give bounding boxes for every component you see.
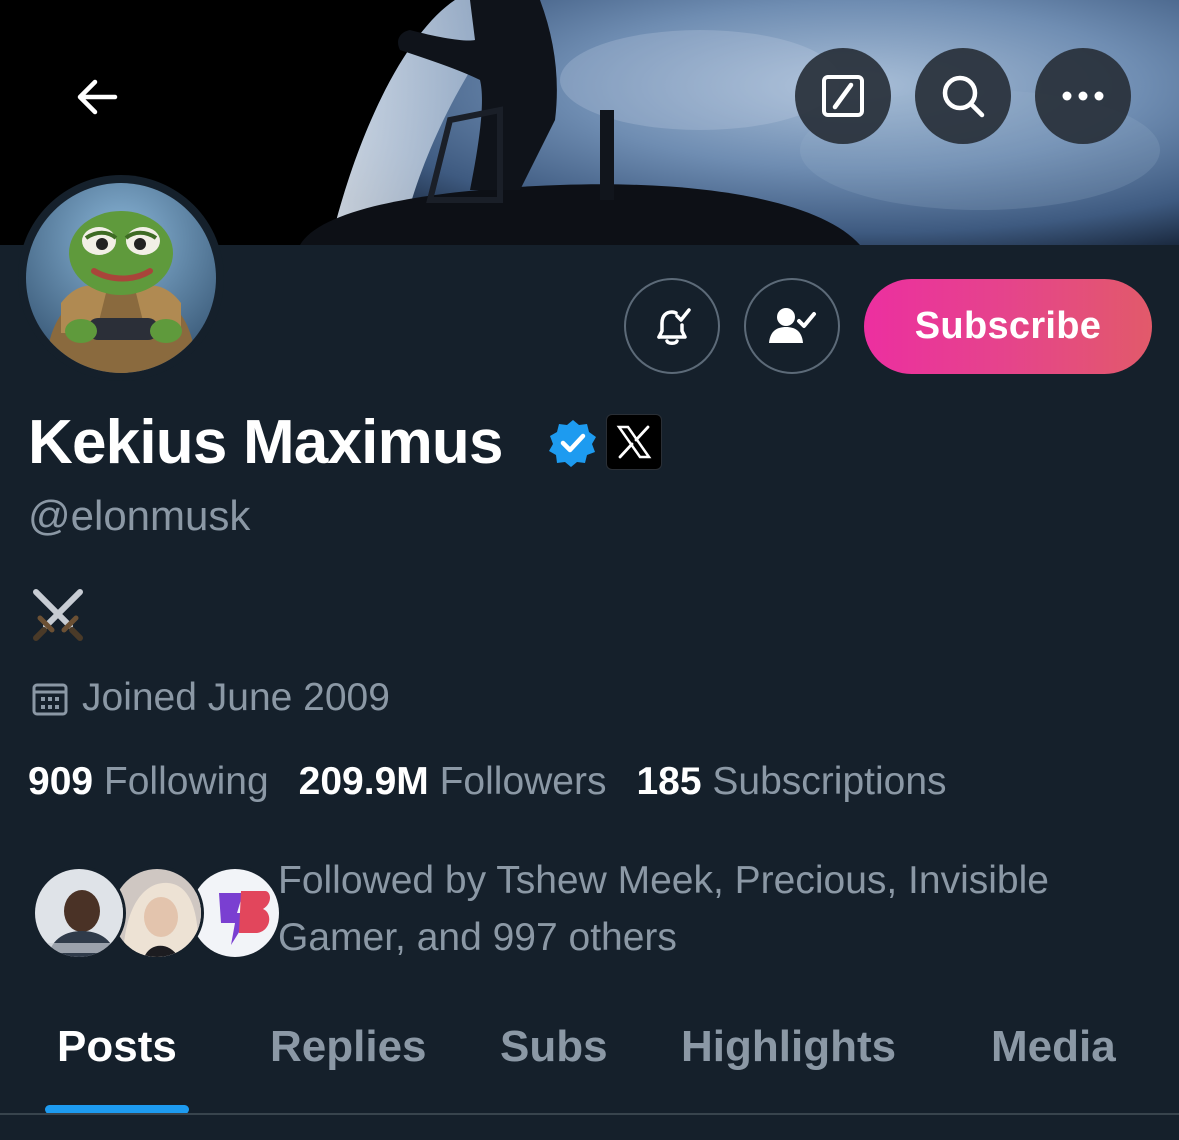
more-button[interactable] <box>1035 48 1131 144</box>
following-label: Following <box>103 760 269 803</box>
display-name: Kekius Maximus <box>28 408 503 477</box>
search-icon <box>942 75 985 118</box>
joined-text: Joined June 2009 <box>82 676 390 719</box>
subscriptions-stat[interactable]: 185 Subscriptions <box>636 760 946 804</box>
bell-check-icon <box>657 308 691 345</box>
avatar-image <box>26 183 216 373</box>
joined-date: Joined June 2009 <box>32 676 390 720</box>
grok-icon <box>822 75 864 117</box>
follower-avatar-image <box>191 869 279 957</box>
arrow-left-icon <box>77 79 118 115</box>
verified-badge[interactable] <box>548 418 598 468</box>
profile-avatar[interactable] <box>18 175 224 381</box>
tab-posts[interactable]: Posts <box>57 1022 177 1072</box>
grok-button[interactable] <box>795 48 891 144</box>
crossed-swords-icon <box>33 589 83 641</box>
back-button[interactable] <box>60 60 134 134</box>
following-stat[interactable]: 909 Following <box>28 760 269 804</box>
followers-stat[interactable]: 209.9M Followers <box>299 760 607 804</box>
more-icon <box>1062 91 1104 101</box>
following-count: 909 <box>28 760 94 803</box>
tab-media[interactable]: Media <box>991 1022 1116 1072</box>
verified-badge-icon <box>549 420 596 467</box>
followed-by-text[interactable]: Followed by Tshew Meek, Precious, Invisi… <box>278 852 1128 966</box>
person-check-icon <box>769 308 816 343</box>
subscribe-button[interactable]: Subscribe <box>864 279 1152 374</box>
calendar-icon <box>32 683 68 716</box>
follower-avatar-image <box>35 869 123 957</box>
handle: @elonmusk <box>28 492 251 539</box>
search-button[interactable] <box>915 48 1011 144</box>
followed-by-avatars[interactable] <box>32 866 282 962</box>
bio-swords <box>30 586 86 642</box>
profile-tabs: Posts Replies Subs Highlights Media <box>0 1000 1179 1114</box>
follower-avatar-image <box>113 869 201 957</box>
notifications-button[interactable] <box>624 278 720 374</box>
tab-replies[interactable]: Replies <box>270 1022 427 1072</box>
followers-count: 209.9M <box>298 760 429 803</box>
tabs-divider <box>0 1113 1179 1115</box>
tab-subs[interactable]: Subs <box>500 1022 608 1072</box>
x-logo-icon <box>616 425 652 459</box>
follower-avatar-tshew-meek <box>32 866 126 960</box>
profile-stats: 909 Following 209.9M Followers 185 Subsc… <box>28 760 977 804</box>
subscriptions-label: Subscriptions <box>712 760 947 803</box>
subscriptions-count: 185 <box>636 760 702 803</box>
following-button[interactable] <box>744 278 840 374</box>
affiliate-badge[interactable] <box>606 414 662 470</box>
tab-highlights[interactable]: Highlights <box>681 1022 896 1072</box>
followers-label: Followers <box>439 760 607 803</box>
